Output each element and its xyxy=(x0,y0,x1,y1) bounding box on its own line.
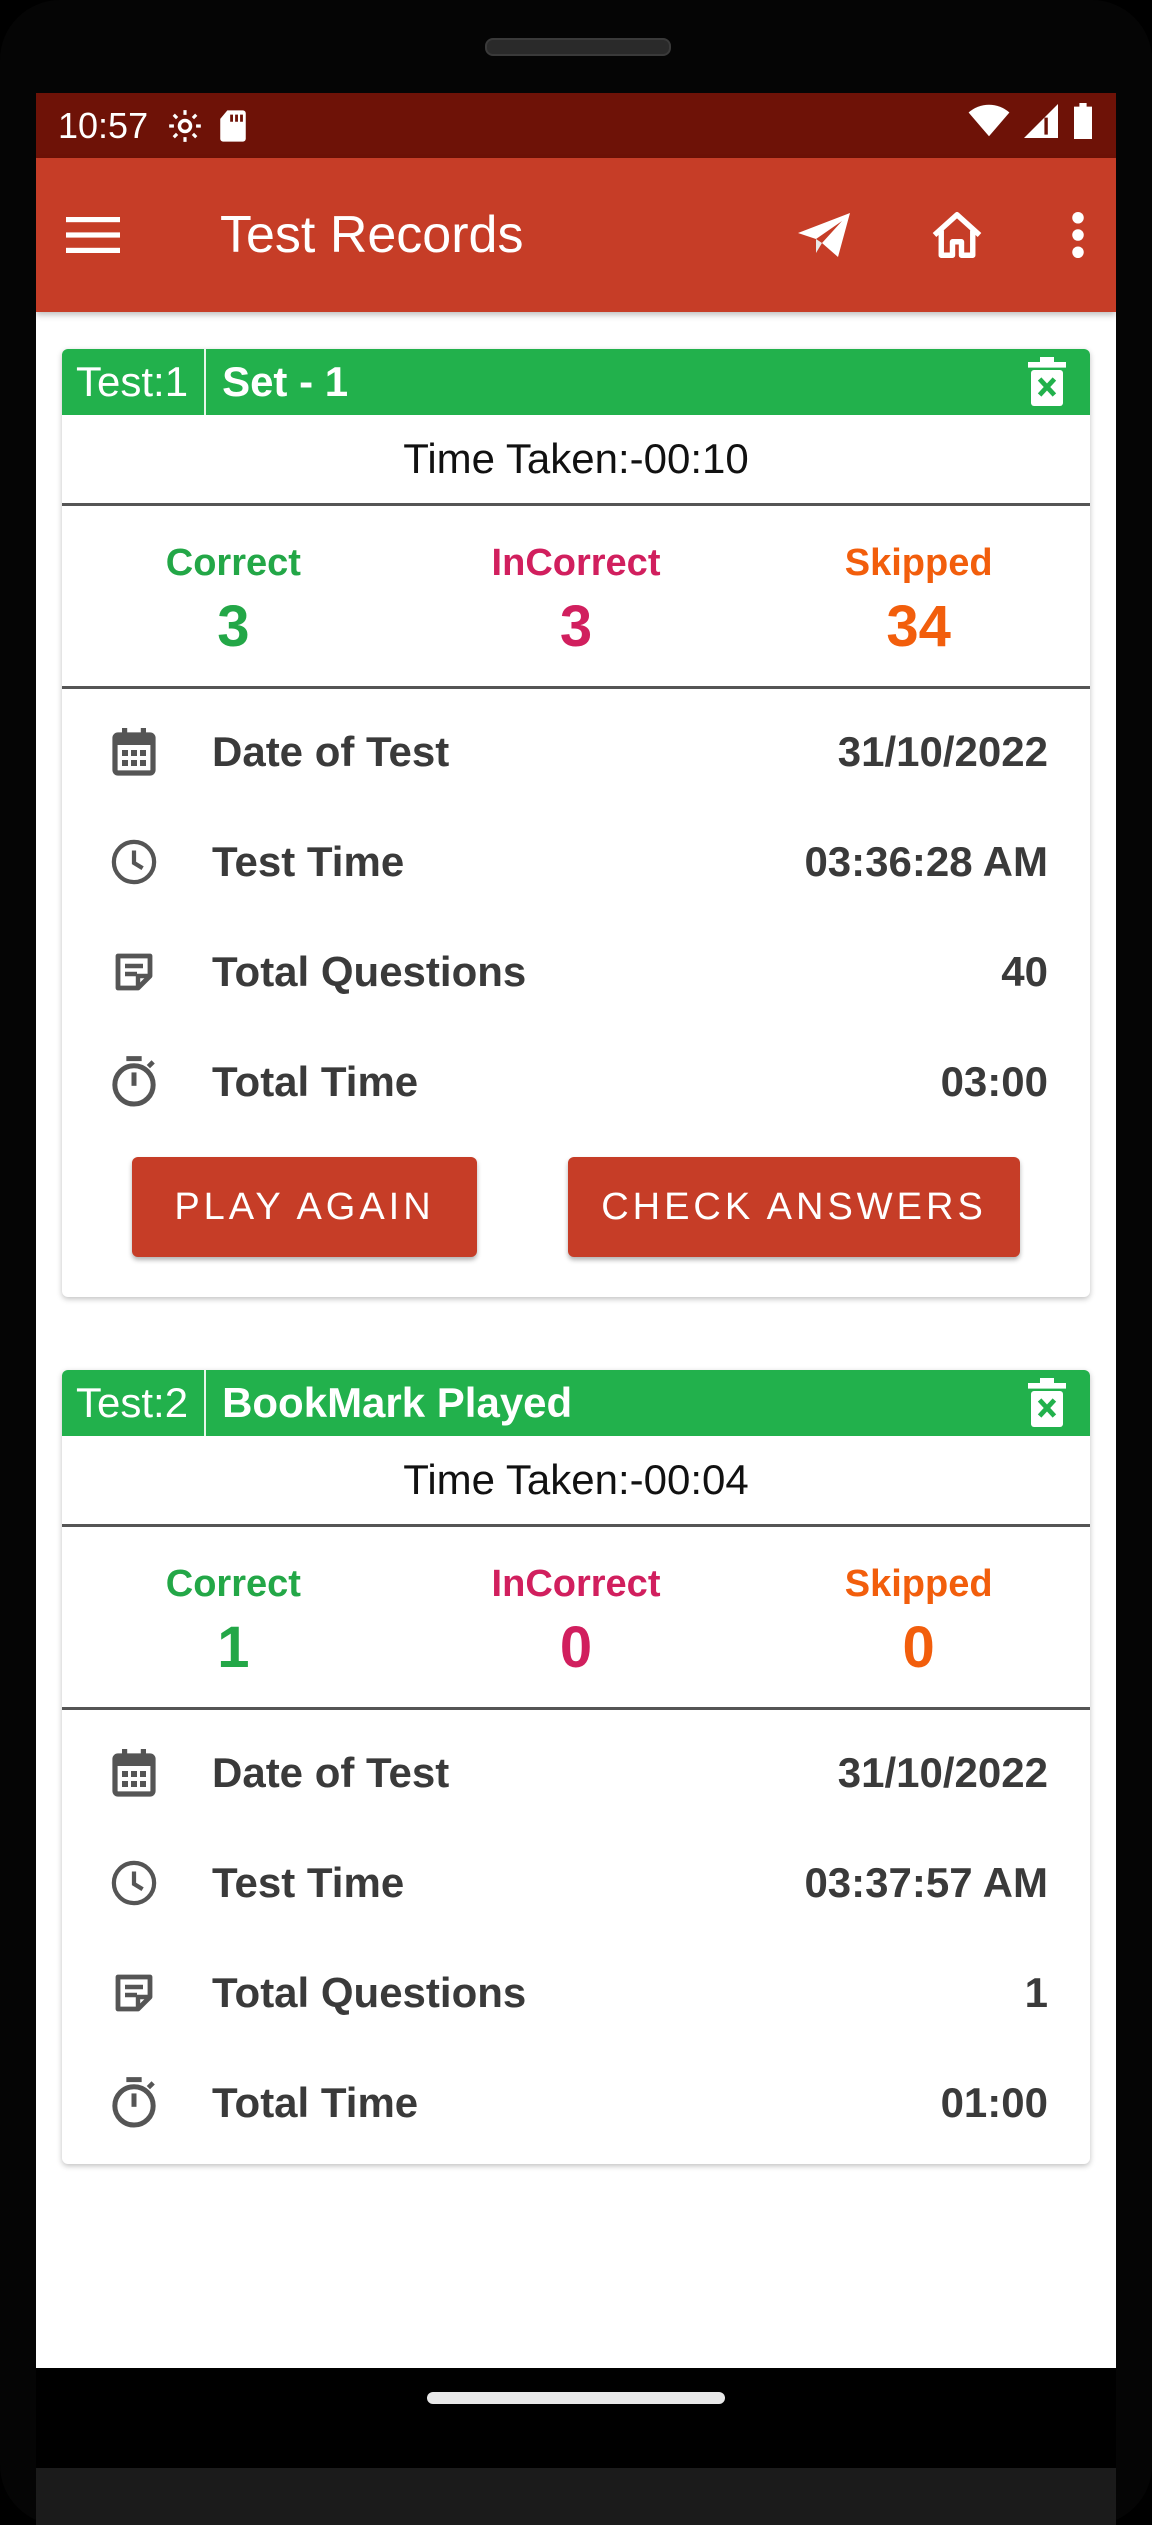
date-of-test-row: Date of Test 31/10/2022 xyxy=(62,697,1090,807)
cell-signal-icon xyxy=(1024,104,1058,147)
score-summary: Correct 1 InCorrect 0 Skipped 0 xyxy=(62,1527,1090,1710)
test-time-label: Test Time xyxy=(212,1859,405,1906)
test-record-card: Test:1 Set - 1 Time Taken:-00:10 Correct… xyxy=(62,349,1090,1297)
settings-gear-icon xyxy=(166,107,204,145)
stopwatch-icon xyxy=(110,2077,158,2129)
date-of-test-label: Date of Test xyxy=(212,728,450,775)
test-time-value: 03:36:28 AM xyxy=(804,838,1048,885)
time-taken: Time Taken:-00:10 xyxy=(62,415,1090,506)
test-record-card: Test:2 BookMark Played Time Taken:-00:04… xyxy=(62,1370,1090,2164)
details-list: Date of Test 31/10/2022 Test Time 03:37:… xyxy=(62,1710,1090,2164)
total-time-label: Total Time xyxy=(212,1058,419,1105)
correct-label: Correct xyxy=(165,1563,301,1605)
skipped-value: 34 xyxy=(886,594,951,659)
total-questions-value: 1 xyxy=(1024,1969,1048,2016)
total-time-row: Total Time 03:00 xyxy=(62,1027,1090,1137)
home-gesture-bar[interactable] xyxy=(427,2392,725,2404)
total-time-label: Total Time xyxy=(212,2079,419,2126)
card-actions: PLAY AGAIN CHECK ANSWERS xyxy=(62,1143,1090,1297)
incorrect-value: 3 xyxy=(559,594,593,659)
menu-icon[interactable] xyxy=(66,215,122,255)
device-bottom-bezel xyxy=(36,2468,1116,2525)
total-time-value: 01:00 xyxy=(940,2079,1048,2126)
app-bar-actions xyxy=(798,210,1086,260)
status-right-icons xyxy=(968,103,1094,148)
correct-score: Correct 1 xyxy=(62,1527,405,1707)
correct-score: Correct 3 xyxy=(62,506,405,686)
check-answers-button[interactable]: CHECK ANSWERS xyxy=(568,1157,1020,1257)
wifi-icon xyxy=(968,104,1010,147)
date-of-test-value: 31/10/2022 xyxy=(837,1749,1048,1796)
incorrect-score: InCorrect 3 xyxy=(405,506,748,686)
sd-card-icon xyxy=(218,109,248,143)
calendar-icon xyxy=(110,1749,158,1797)
incorrect-score: InCorrect 0 xyxy=(405,1527,748,1707)
score-summary: Correct 3 InCorrect 3 Skipped 34 xyxy=(62,506,1090,689)
skipped-value: 0 xyxy=(902,1615,935,1680)
date-of-test-row: Date of Test 31/10/2022 xyxy=(62,1718,1090,1828)
test-time-row: Test Time 03:37:57 AM xyxy=(62,1828,1090,1938)
total-questions-row: Total Questions 1 xyxy=(62,1938,1090,2048)
note-icon xyxy=(110,952,158,992)
test-name: Set - 1 xyxy=(222,358,349,405)
skipped-label: Skipped xyxy=(844,542,993,584)
skipped-score: Skipped 34 xyxy=(747,506,1090,686)
send-icon[interactable] xyxy=(798,213,850,257)
total-questions-label: Total Questions xyxy=(212,1969,527,2016)
incorrect-label: InCorrect xyxy=(491,1563,661,1605)
status-time: 10:57 xyxy=(58,104,149,146)
test-name: BookMark Played xyxy=(222,1379,573,1426)
clock-icon xyxy=(110,1860,158,1906)
skipped-label: Skipped xyxy=(844,1563,993,1605)
calendar-icon xyxy=(110,728,158,776)
date-of-test-label: Date of Test xyxy=(212,1749,450,1796)
total-questions-value: 40 xyxy=(1001,948,1048,995)
correct-label: Correct xyxy=(165,542,301,584)
correct-value: 1 xyxy=(217,1615,250,1680)
test-time-label: Test Time xyxy=(212,838,405,885)
total-time-row: Total Time 01:00 xyxy=(62,2048,1090,2158)
stopwatch-icon xyxy=(110,1056,158,1108)
status-bar: 10:57 xyxy=(36,93,1116,158)
delete-icon[interactable] xyxy=(1028,1378,1066,1433)
test-time-value: 03:37:57 AM xyxy=(804,1859,1048,1906)
card-header: Test:2 BookMark Played xyxy=(62,1370,1090,1436)
home-icon[interactable] xyxy=(930,210,984,260)
app-bar: Test Records xyxy=(36,158,1116,312)
clock-icon xyxy=(110,839,158,885)
page-title: Test Records xyxy=(220,206,524,264)
play-again-button[interactable]: PLAY AGAIN xyxy=(132,1157,477,1257)
total-time-value: 03:00 xyxy=(940,1058,1048,1105)
records-list: Test:1 Set - 1 Time Taken:-00:10 Correct… xyxy=(36,312,1116,2164)
note-icon xyxy=(110,1973,158,2013)
navigation-bar xyxy=(36,2368,1116,2468)
test-number: Test:1 xyxy=(62,349,207,415)
date-of-test-value: 31/10/2022 xyxy=(837,728,1048,775)
test-time-row: Test Time 03:36:28 AM xyxy=(62,807,1090,917)
test-number: Test:2 xyxy=(62,1370,207,1436)
card-header: Test:1 Set - 1 xyxy=(62,349,1090,415)
more-vert-icon[interactable] xyxy=(1070,212,1086,258)
earpiece-speaker xyxy=(485,38,671,56)
details-list: Date of Test 31/10/2022 Test Time 03:36:… xyxy=(62,689,1090,1143)
skipped-score: Skipped 0 xyxy=(747,1527,1090,1707)
battery-icon xyxy=(1072,103,1094,148)
device-frame: 10:57 Test Records Test:1 Set - 1 Time T… xyxy=(0,0,1152,2525)
correct-value: 3 xyxy=(217,594,250,659)
time-taken: Time Taken:-00:04 xyxy=(62,1436,1090,1527)
total-questions-label: Total Questions xyxy=(212,948,527,995)
incorrect-value: 0 xyxy=(559,1615,593,1680)
total-questions-row: Total Questions 40 xyxy=(62,917,1090,1027)
incorrect-label: InCorrect xyxy=(491,542,661,584)
delete-icon[interactable] xyxy=(1028,357,1066,412)
screen: 10:57 Test Records Test:1 Set - 1 Time T… xyxy=(36,93,1116,2368)
